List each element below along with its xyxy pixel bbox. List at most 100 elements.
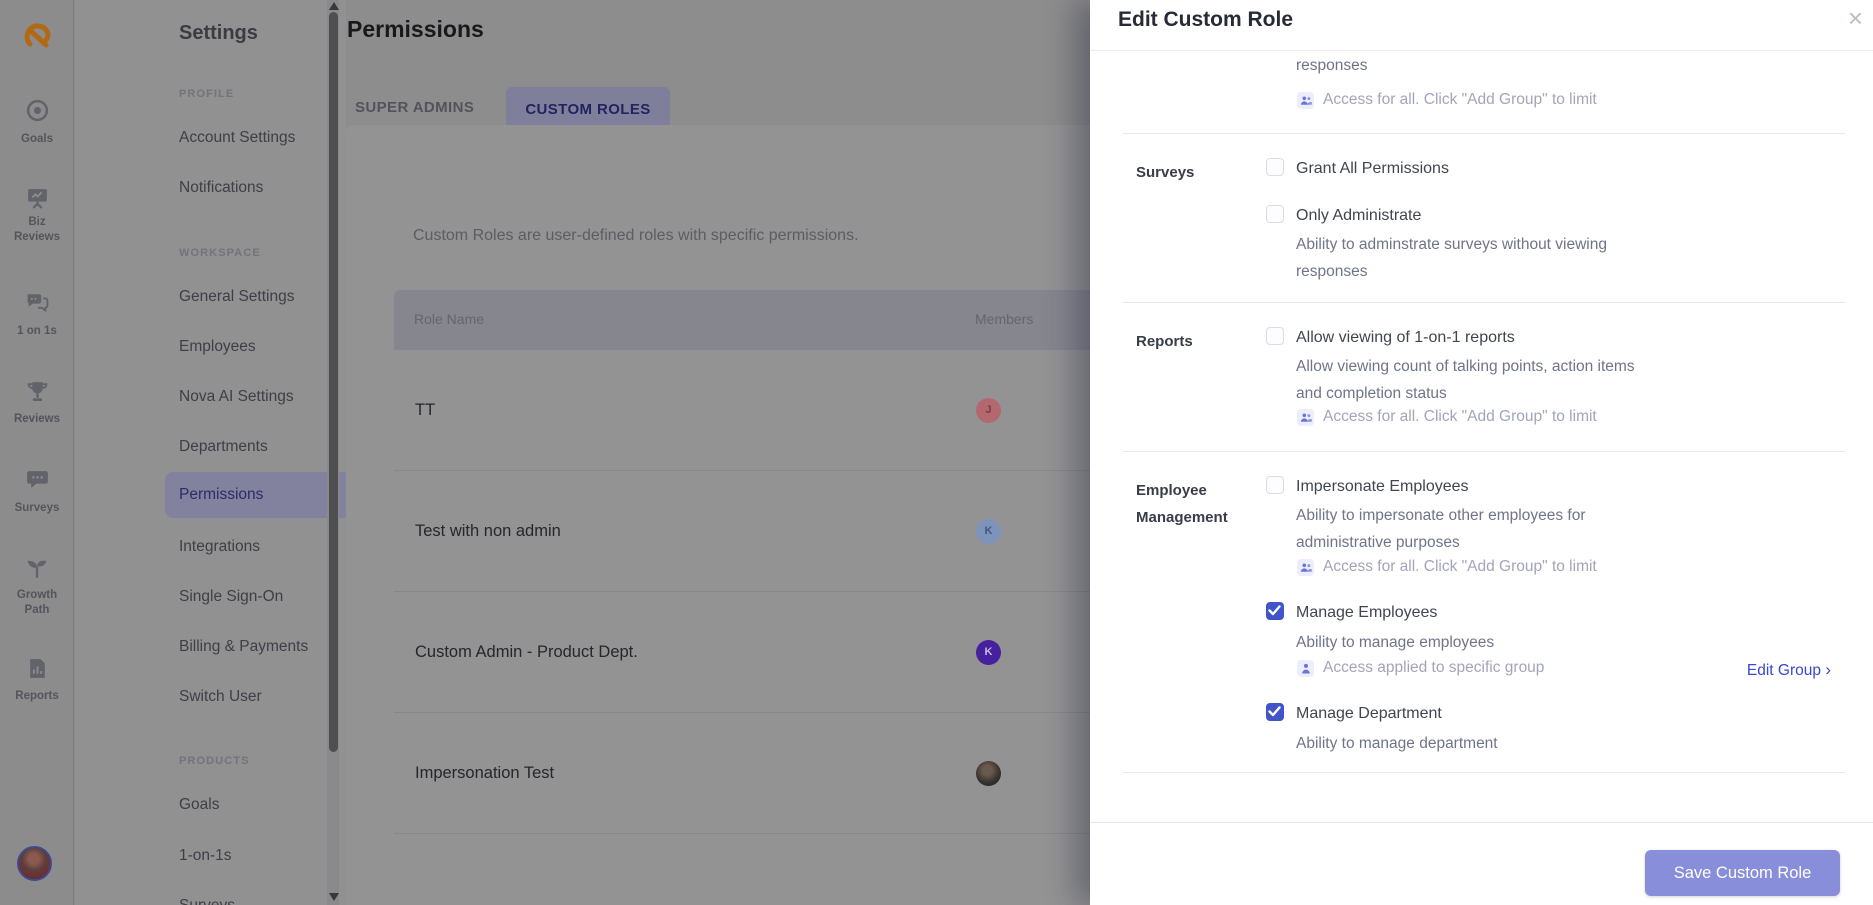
nav-item-billing-payments[interactable]: Billing & Payments xyxy=(179,638,308,656)
tab-custom-roles-label: CUSTOM ROLES xyxy=(525,101,651,118)
checkbox-manage-department-checked[interactable] xyxy=(1266,703,1284,721)
edit-custom-role-panel: Edit Custom Role × responses Access for … xyxy=(1090,0,1873,905)
permission-description: Ability to manage employees xyxy=(1296,634,1495,651)
checkbox-manage-employees-checked[interactable] xyxy=(1266,602,1284,620)
nav-item-single-sign-on[interactable]: Single Sign-On xyxy=(179,588,283,606)
one-on-ones-chat-icon xyxy=(27,294,49,313)
settings-nav: Settings PROFILE Account Settings Notifi… xyxy=(75,0,413,905)
group-access-icon xyxy=(1297,408,1314,426)
member-avatar-photo xyxy=(976,761,1001,786)
edit-group-link[interactable]: Edit Group › xyxy=(1747,660,1831,680)
save-custom-role-button[interactable]: Save Custom Role xyxy=(1645,850,1840,896)
nav-item-employees[interactable]: Employees xyxy=(179,338,256,356)
rail-item-biz-reviews-label: Biz Reviews xyxy=(13,216,61,243)
settings-scrollbar-thumb[interactable] xyxy=(329,12,338,752)
nav-item-departments[interactable]: Departments xyxy=(179,438,268,456)
custom-roles-description: Custom Roles are user-defined roles with… xyxy=(413,227,859,244)
access-note-row: Access applied to specific group xyxy=(1297,659,1544,677)
settings-section-products: PRODUCTS xyxy=(179,755,250,767)
rail-item-growth-path[interactable] xyxy=(0,555,74,586)
access-note-text: Access for all. Click "Add Group" to lim… xyxy=(1323,408,1597,425)
permission-title: Manage Employees xyxy=(1296,604,1438,621)
nav-item-general-settings[interactable]: General Settings xyxy=(179,288,294,306)
access-note-text: Access applied to specific group xyxy=(1323,659,1545,676)
chevron-right-icon: › xyxy=(1825,660,1831,679)
rail-item-goals[interactable] xyxy=(0,98,74,128)
access-note-row: Access for all. Click "Add Group" to lim… xyxy=(1297,558,1597,576)
permission-description: Allow viewing count of talking points, a… xyxy=(1296,358,1635,402)
scrollbar-up-arrow-icon[interactable] xyxy=(329,2,339,10)
reviews-trophy-icon xyxy=(27,382,47,401)
section-divider xyxy=(1123,451,1845,452)
biz-reviews-board-icon xyxy=(27,189,47,209)
goals-target-icon xyxy=(26,99,48,122)
rail-item-biz-reviews[interactable] xyxy=(0,185,74,215)
section-divider xyxy=(1123,302,1845,303)
section-label-employee-management: Employee Management xyxy=(1136,482,1228,526)
nav-item-goals[interactable]: Goals xyxy=(179,796,220,814)
panel-footer-divider xyxy=(1090,822,1873,823)
check-icon xyxy=(1268,706,1281,717)
rail-item-growth-path-label: Growth Path xyxy=(16,589,58,616)
check-icon xyxy=(1268,605,1281,616)
access-note-text: Access for all. Click "Add Group" to lim… xyxy=(1323,91,1597,108)
member-avatar: K xyxy=(976,640,1001,665)
tab-super-admins[interactable]: SUPER ADMINS xyxy=(355,99,474,116)
page-title: Permissions xyxy=(347,16,484,42)
permission-title: Grant All Permissions xyxy=(1296,160,1449,177)
nav-item-notifications[interactable]: Notifications xyxy=(179,179,263,197)
nav-item-1-on-1s[interactable]: 1-on-1s xyxy=(179,847,232,865)
section-divider xyxy=(1123,772,1845,773)
section-label-surveys: Surveys xyxy=(1136,164,1195,181)
access-note-row: Access for all. Click "Add Group" to lim… xyxy=(1297,408,1597,426)
panel-header-divider xyxy=(1090,50,1873,51)
surveys-bubble-icon xyxy=(26,471,48,488)
settings-section-workspace: WORKSPACE xyxy=(179,247,261,259)
person-access-icon xyxy=(1297,659,1314,677)
column-role-name: Role Name xyxy=(414,311,485,327)
permission-title: Impersonate Employees xyxy=(1296,478,1469,495)
nav-item-surveys[interactable]: Surveys xyxy=(179,897,235,905)
permission-description: Ability to adminstrate surveys without v… xyxy=(1296,236,1607,280)
permission-title: Manage Department xyxy=(1296,705,1442,722)
rail-item-goals-label: Goals xyxy=(21,133,53,145)
app-rail: Goals Biz Reviews 1 on 1s Reviews Survey… xyxy=(0,0,74,905)
checkbox-impersonate-employees[interactable] xyxy=(1266,476,1284,494)
permission-description: Ability to manage department xyxy=(1296,735,1498,752)
panel-title: Edit Custom Role xyxy=(1118,8,1294,31)
rail-item-1-on-1s[interactable] xyxy=(0,289,74,319)
app-logo[interactable] xyxy=(20,18,56,59)
member-avatar: J xyxy=(976,398,1001,423)
close-icon[interactable]: × xyxy=(1848,2,1863,34)
permission-title: Only Administrate xyxy=(1296,207,1422,224)
checkbox-allow-viewing-1-on-1-reports[interactable] xyxy=(1266,327,1284,345)
rail-item-1-on-1s-label: 1 on 1s xyxy=(17,325,57,337)
rail-item-reviews-label: Reviews xyxy=(13,413,61,425)
nav-item-account-settings[interactable]: Account Settings xyxy=(179,129,295,147)
reports-chart-icon xyxy=(29,659,45,678)
nav-item-integrations[interactable]: Integrations xyxy=(179,538,260,556)
user-avatar[interactable] xyxy=(17,846,52,881)
column-members: Members xyxy=(975,311,1034,327)
rail-item-reviews[interactable] xyxy=(0,379,74,409)
section-label-reports: Reports xyxy=(1136,333,1193,350)
rail-item-surveys[interactable] xyxy=(0,467,74,497)
role-name: TT xyxy=(415,401,436,419)
access-note-row: Access for all. Click "Add Group" to lim… xyxy=(1297,91,1597,109)
section-divider xyxy=(1123,133,1845,134)
nav-item-permissions-label: Permissions xyxy=(179,486,264,503)
rail-item-reports[interactable] xyxy=(0,656,74,686)
settings-section-profile: PROFILE xyxy=(179,88,235,100)
nav-item-switch-user[interactable]: Switch User xyxy=(179,688,262,706)
checkbox-grant-all-permissions[interactable] xyxy=(1266,158,1284,176)
growth-path-sprout-icon xyxy=(27,560,47,578)
group-access-icon xyxy=(1297,558,1314,576)
permission-title: Allow viewing of 1-on-1 reports xyxy=(1296,329,1515,346)
group-access-icon xyxy=(1297,91,1314,109)
access-note-text: Access for all. Click "Add Group" to lim… xyxy=(1323,558,1597,575)
checkbox-only-administrate[interactable] xyxy=(1266,205,1284,223)
scrollbar-down-arrow-icon[interactable] xyxy=(329,893,339,901)
permission-description: Ability to impersonate other employees f… xyxy=(1296,507,1586,551)
nav-item-nova-ai-settings[interactable]: Nova AI Settings xyxy=(179,388,294,406)
role-name: Test with non admin xyxy=(415,522,561,540)
